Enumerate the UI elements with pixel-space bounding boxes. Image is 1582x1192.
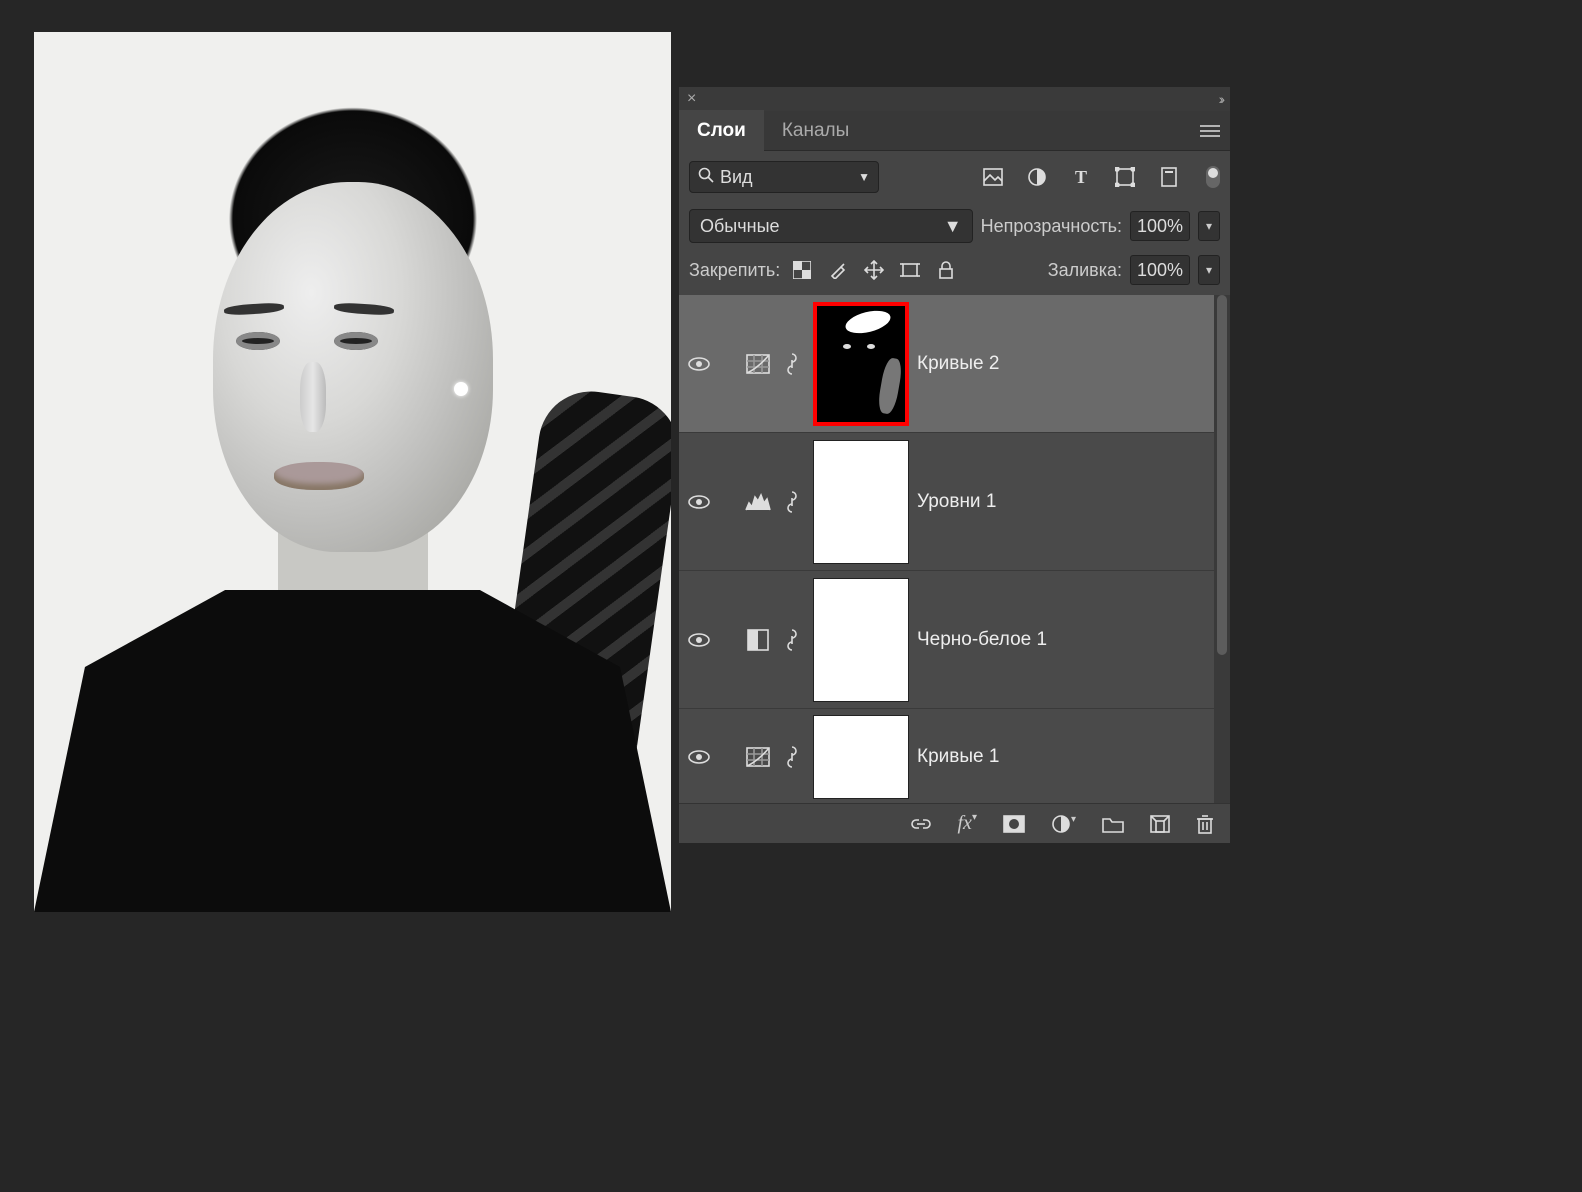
new-layer-icon[interactable]	[1150, 815, 1170, 833]
layers-scrollbar[interactable]	[1214, 295, 1230, 803]
fill-value[interactable]: 100%	[1130, 255, 1190, 285]
kind-label: Вид	[720, 167, 753, 188]
lock-all-icon[interactable]	[936, 260, 956, 280]
mask-link-icon[interactable]	[779, 746, 805, 768]
layer-name[interactable]: Кривые 2	[917, 353, 999, 375]
visibility-toggle[interactable]	[679, 356, 719, 372]
adjustment-thumb[interactable]	[737, 629, 779, 651]
smart-filter-icon[interactable]	[1158, 166, 1180, 188]
fill-chevron[interactable]: ▾	[1198, 255, 1220, 285]
opacity-value[interactable]: 100%	[1130, 211, 1190, 241]
layer-row-bw1[interactable]: Черно-белое 1	[679, 571, 1214, 709]
blend-mode-select[interactable]: Обычные ▼	[689, 209, 973, 243]
lock-brush-icon[interactable]	[828, 260, 848, 280]
visibility-toggle[interactable]	[679, 494, 719, 510]
layer-row-levels1[interactable]: Уровни 1	[679, 433, 1214, 571]
tab-layers[interactable]: Слои	[679, 110, 764, 152]
collapse-panel-icon[interactable]: ››	[1219, 91, 1222, 107]
lock-move-icon[interactable]	[864, 260, 884, 280]
document-canvas[interactable]	[34, 32, 671, 912]
lock-label: Закрепить:	[689, 260, 780, 281]
search-icon	[698, 167, 714, 188]
layer-mask-thumb[interactable]	[813, 715, 909, 799]
visibility-toggle[interactable]	[679, 632, 719, 648]
mask-link-icon[interactable]	[779, 629, 805, 651]
fill-label: Заливка:	[1048, 260, 1122, 281]
blend-mode-value: Обычные	[700, 216, 780, 237]
tab-channels[interactable]: Каналы	[764, 110, 867, 152]
shape-filter-icon[interactable]	[1114, 166, 1136, 188]
trash-icon[interactable]	[1196, 814, 1214, 834]
layer-mask-thumb[interactable]	[813, 302, 909, 426]
layers-panel: × ›› Слои Каналы Вид ▼ T Обычные ▼	[679, 87, 1230, 843]
link-icon[interactable]	[910, 817, 932, 831]
filter-toggle[interactable]	[1206, 166, 1220, 188]
fx-icon[interactable]: fx ▾	[958, 812, 977, 835]
layer-mask-thumb[interactable]	[813, 578, 909, 702]
layer-mask-thumb[interactable]	[813, 440, 909, 564]
group-icon[interactable]	[1102, 815, 1124, 833]
type-filter-icon[interactable]: T	[1070, 166, 1092, 188]
adjustment-thumb[interactable]	[737, 747, 779, 767]
adjustment-icon[interactable]: ▾	[1051, 814, 1076, 834]
lock-artboard-icon[interactable]	[900, 260, 920, 280]
adjust-filter-icon[interactable]	[1026, 166, 1048, 188]
adjustment-thumb[interactable]	[737, 354, 779, 374]
layer-kind-select[interactable]: Вид ▼	[689, 161, 879, 193]
adjustment-thumb[interactable]	[737, 493, 779, 511]
panel-menu-icon[interactable]	[1200, 124, 1220, 138]
chevron-down-icon: ▼	[858, 170, 870, 184]
opacity-chevron[interactable]: ▾	[1198, 211, 1220, 241]
mask-link-icon[interactable]	[779, 491, 805, 513]
image-filter-icon[interactable]	[982, 166, 1004, 188]
mask-link-icon[interactable]	[779, 353, 805, 375]
layer-name[interactable]: Уровни 1	[917, 491, 996, 513]
layer-name[interactable]: Черно-белое 1	[917, 629, 1047, 651]
portrait-image	[34, 32, 671, 912]
layer-name[interactable]: Кривые 1	[917, 746, 999, 768]
mask-icon[interactable]	[1003, 815, 1025, 833]
close-panel-icon[interactable]: ×	[687, 90, 696, 108]
layer-row-curves1[interactable]: Кривые 1	[679, 709, 1214, 803]
opacity-label: Непрозрачность:	[981, 216, 1122, 237]
visibility-toggle[interactable]	[679, 749, 719, 765]
layer-row-curves2[interactable]: Кривые 2	[679, 295, 1214, 433]
lock-transparency-icon[interactable]	[792, 260, 812, 280]
chevron-down-icon: ▼	[944, 216, 962, 237]
